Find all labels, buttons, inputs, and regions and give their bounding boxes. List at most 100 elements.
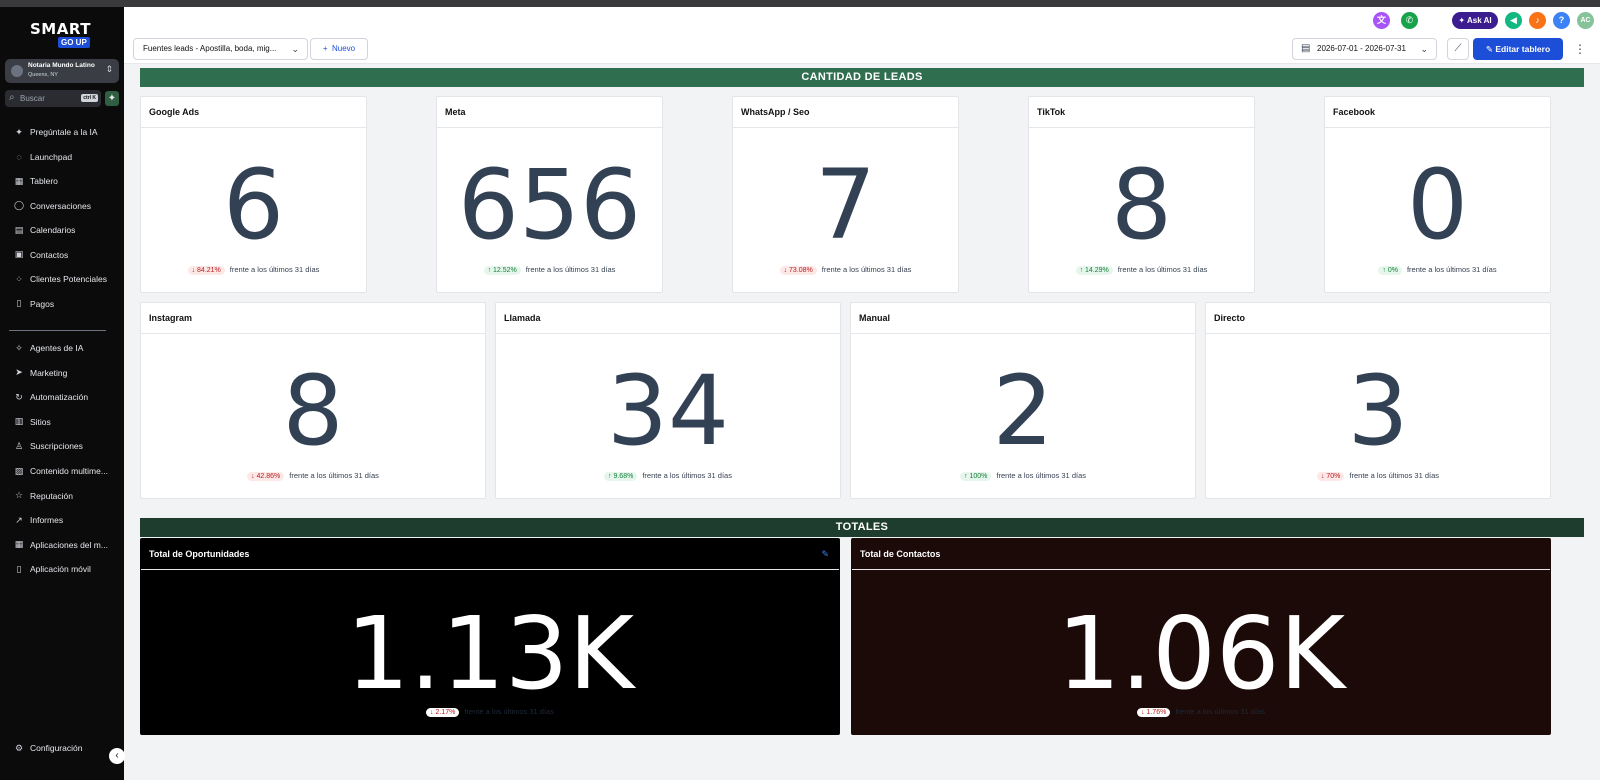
change-badge: ↑ 14.29%: [1075, 266, 1113, 275]
account-name: Notaria Mundo Latino: [28, 62, 95, 69]
bell-icon[interactable]: ♪: [1529, 12, 1546, 29]
account-switcher[interactable]: Notaria Mundo Latino Queens, NY ⇕: [5, 59, 119, 83]
ask-ai-button[interactable]: ✦ Ask AI: [1452, 12, 1498, 29]
help-icon[interactable]: ?: [1553, 12, 1570, 29]
edit-dashboard-label: Editar tablero: [1495, 44, 1551, 54]
sidebar-item-configuracion[interactable]: ⚙ Configuración: [14, 740, 83, 756]
sidebar-item-label: Aplicación móvil: [30, 564, 91, 575]
metric-card-title: Llamada: [504, 313, 541, 323]
sidebar-item-label: Pagos: [30, 298, 55, 309]
sidebar-item-6-items[interactable]: ⁘ Clientes Potenciales: [14, 271, 107, 287]
card-divider: [733, 127, 958, 128]
change-badge: ↑ 100%: [960, 472, 992, 481]
date-range-picker[interactable]: ▤ 2026-07-01 - 2026-07-31 ⌄: [1292, 38, 1437, 60]
comparison-text: frente a los últimos 31 días: [642, 471, 732, 480]
sidebar-item-label: Automatización: [30, 392, 89, 403]
sidebar-item-3-items[interactable]: ◯ Conversaciones: [14, 198, 91, 214]
logo[interactable]: SMART GO UP: [30, 20, 94, 52]
sidebar-item-4-items[interactable]: ▤ Calendarios: [14, 222, 76, 238]
change-percent: 1.76%: [1146, 709, 1167, 716]
sidebar-item-label: Agentes de IA: [30, 343, 84, 353]
comparison-text: frente a los últimos 31 días: [289, 471, 379, 480]
window-top-strip: [0, 0, 1600, 7]
card-divider: [1325, 127, 1550, 128]
edit-dashboard-button[interactable]: ✎ Editar tablero: [1473, 38, 1563, 60]
quick-action-button[interactable]: ✦: [105, 91, 119, 106]
change-badge: ↓ 42.86%: [247, 472, 285, 481]
metric-card[interactable]: Total de Contactos 1.06K ↓ 1.76% frente a l…: [851, 538, 1551, 735]
phone-icon[interactable]: ✆: [1401, 12, 1418, 29]
metric-card[interactable]: Llamada 34 ↑ 9.68% frente a los últimos 31 …: [495, 302, 841, 499]
edit-pencil-icon[interactable]: ✎: [821, 549, 829, 560]
sidebar-item-2-items[interactable]: ▦ Tablero: [14, 173, 58, 189]
dashboard-select-value: Fuentes leads - Apostilla, boda, mig...: [143, 44, 277, 53]
metric-card-title: Manual: [859, 313, 891, 323]
metric-value: 8: [282, 355, 344, 467]
metric-card[interactable]: WhatsApp / Seo 7 ↓ 73.08% frente a los últi…: [732, 96, 959, 293]
card-divider: [851, 333, 1195, 334]
metric-card[interactable]: Meta 656 ↑ 12.52% frente a los últimos 31 d…: [436, 96, 663, 293]
star-icon: ☆: [14, 490, 24, 501]
sidebar-item-6-items2[interactable]: ☆ Reputación: [14, 488, 73, 504]
change-badge: ↑ 0%: [1378, 266, 1402, 275]
sidebar: SMART GO UP Notaria Mundo Latino Queens,…: [0, 7, 125, 780]
collapse-sidebar-button[interactable]: ‹: [109, 748, 125, 764]
contacts-icon: ▣: [14, 249, 24, 259]
metric-value: 0: [1406, 149, 1469, 261]
metric-comparison: ↓ 1.76% frente a los últimos 31 días: [852, 707, 1550, 717]
sidebar-item-1-items2[interactable]: ➤ Marketing: [14, 365, 67, 381]
sidebar-item-1-items[interactable]: ◌ Launchpad: [14, 149, 72, 165]
search-input[interactable]: [20, 91, 76, 105]
change-percent: 9.68%: [613, 473, 634, 480]
sidebar-item-5-items[interactable]: ▣ Contactos: [14, 247, 69, 263]
sidebar-item-0-items2[interactable]: ✧ Agentes de IA: [14, 340, 83, 356]
metric-card[interactable]: Facebook 0 ↑ 0% frente a los últimos 31 día…: [1324, 96, 1551, 293]
translate-icon[interactable]: 文: [1373, 12, 1390, 29]
gear-icon: ⚙: [14, 742, 24, 753]
reports-icon: ↗: [15, 514, 23, 525]
metric-card[interactable]: Instagram 8 ↓ 42.86% frente a los últimos 3…: [140, 302, 486, 499]
more-options-icon[interactable]: ⋮: [1574, 38, 1586, 60]
card-divider: [496, 333, 840, 334]
sidebar-item-3-items2[interactable]: ▥ Sitios: [14, 414, 51, 430]
sidebar-item-7-items2[interactable]: ↗ Informes: [14, 512, 63, 528]
comparison-text: frente a los últimos 31 días: [1406, 265, 1497, 274]
sidebar-item-label: Conversaciones: [30, 200, 91, 211]
sidebar-item-2-items2[interactable]: ↻ Automatización: [14, 389, 88, 405]
metric-card[interactable]: Total de Oportunidades ✎ 1.13K ↓ 2.17% frent…: [140, 538, 840, 735]
sidebar-item-8-items2[interactable]: ▦ Aplicaciones del m...: [14, 537, 108, 553]
comparison-text: frente a los últimos 31 días: [229, 265, 320, 274]
sidebar-item-label: Marketing: [30, 367, 68, 378]
ask-ai-label: Ask AI: [1467, 16, 1492, 25]
metric-card-title: Directo: [1214, 313, 1246, 323]
sparkle-icon: ✦: [15, 126, 23, 137]
chat-icon: ◯: [13, 200, 25, 210]
send-icon: ➤: [15, 367, 23, 378]
comparison-text: frente a los últimos 31 días: [821, 265, 912, 274]
sidebar-item-4-items2[interactable]: ♙ Suscripciones: [14, 438, 83, 454]
change-percent: 12.52%: [493, 267, 517, 274]
metric-card[interactable]: TikTok 8 ↑ 14.29% frente a los últimos 31 d…: [1028, 96, 1255, 293]
calendar-icon: ▤: [14, 224, 24, 235]
sidebar-item-label: Contactos: [30, 249, 69, 260]
card-divider: [437, 127, 662, 128]
metric-card[interactable]: Manual 2 ↑ 100% frente a los últimos 31 día…: [850, 302, 1196, 499]
dashboard-select[interactable]: Fuentes leads - Apostilla, boda, mig... …: [133, 38, 308, 60]
card-divider: [1206, 333, 1550, 334]
sidebar-item-9-items2[interactable]: ▯ Aplicación móvil: [14, 561, 91, 577]
sidebar-item-7-items[interactable]: ▯ Pagos: [14, 296, 55, 312]
sidebar-item-label: Reputación: [30, 490, 74, 501]
magic-wand-button[interactable]: ⟋: [1447, 38, 1469, 60]
calendar-icon: ▤: [1301, 43, 1311, 54]
change-badge: ↓ 70%: [1316, 472, 1345, 481]
sidebar-item-0-items[interactable]: ✦ Pregúntale a la IA: [14, 124, 97, 140]
avatar[interactable]: AC: [1577, 12, 1594, 29]
metric-card-title: Facebook: [1333, 107, 1376, 117]
megaphone-icon[interactable]: ◀: [1505, 12, 1522, 29]
metric-card[interactable]: Directo 3 ↓ 70% frente a los últimos 31 día…: [1205, 302, 1551, 499]
metric-value: 3: [1347, 355, 1409, 467]
change-percent: 73.08%: [789, 267, 813, 274]
sidebar-item-5-items2[interactable]: ▨ Contenido multime...: [14, 463, 108, 479]
new-dashboard-button[interactable]: + Nuevo: [310, 38, 368, 60]
metric-card[interactable]: Google Ads 6 ↓ 84.21% frente a los últimos …: [140, 96, 367, 293]
